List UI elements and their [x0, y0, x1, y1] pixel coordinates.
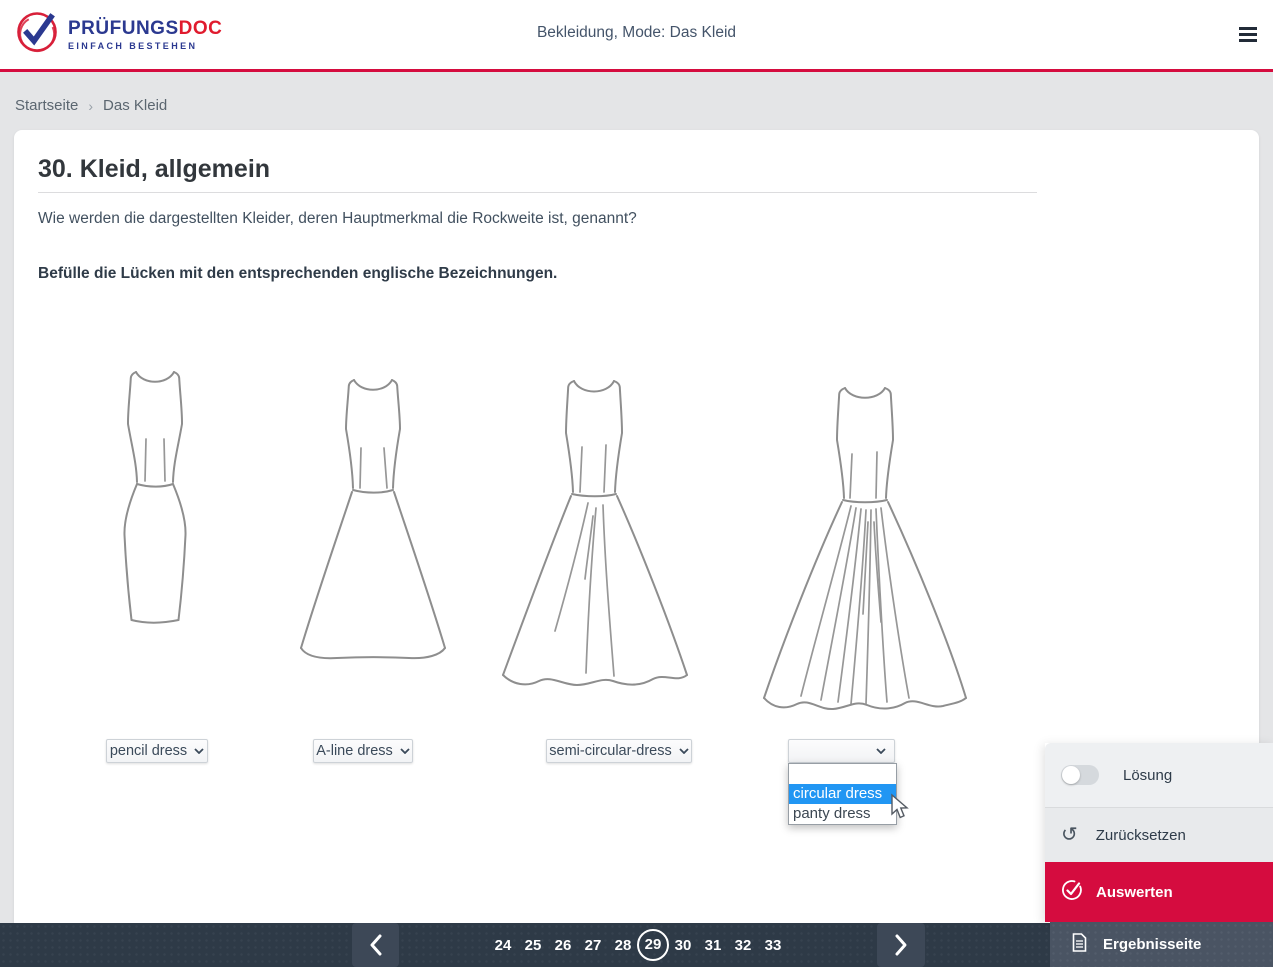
page-title: Bekleidung, Mode: Das Kleid	[0, 24, 1273, 42]
dress3-select[interactable]: semi-circular-dress	[546, 739, 692, 763]
breadcrumb: Startseite › Das Kleid	[15, 97, 167, 114]
dress4-select[interactable]	[788, 739, 895, 763]
page-32[interactable]: 32	[734, 937, 752, 954]
evaluate-button[interactable]: Auswerten	[1045, 862, 1273, 922]
menu-icon[interactable]	[1239, 27, 1257, 42]
chevron-down-icon	[876, 748, 886, 754]
logo-tagline: EINFACH BESTEHEN	[68, 42, 222, 51]
question-instruction: Befülle die Lücken mit den entsprechende…	[38, 265, 557, 283]
option-circular-dress[interactable]: circular dress	[789, 784, 896, 804]
heading-divider	[38, 192, 1037, 193]
chevron-down-icon	[194, 748, 204, 754]
page: PRÜFUNGSDOC EINFACH BESTEHEN Bekleidung,…	[0, 0, 1273, 967]
undo-icon: ↺	[1061, 825, 1078, 845]
page-numbers: 24 25 26 27 28 29 30 31 32 33	[399, 923, 877, 967]
a-line-dress-illustration	[288, 372, 458, 665]
solution-row[interactable]: Lösung	[1045, 743, 1273, 808]
solution-label: Lösung	[1123, 767, 1172, 784]
page-24[interactable]: 24	[494, 937, 512, 954]
page-27[interactable]: 27	[584, 937, 602, 954]
chevron-right-icon	[894, 933, 908, 957]
breadcrumb-current: Das Kleid	[103, 97, 167, 114]
breadcrumb-home[interactable]: Startseite	[15, 97, 78, 114]
page-29-current[interactable]: 29	[637, 929, 669, 961]
question-heading: 30. Kleid, allgemein	[38, 155, 270, 184]
header-accent-line	[0, 69, 1273, 72]
breadcrumb-separator-icon: ›	[88, 98, 93, 114]
page-25[interactable]: 25	[524, 937, 542, 954]
header: PRÜFUNGSDOC EINFACH BESTEHEN Bekleidung,…	[0, 0, 1273, 69]
option-empty[interactable]	[789, 764, 896, 784]
document-icon	[1072, 933, 1087, 956]
chevron-down-icon	[400, 748, 410, 754]
prev-page-button[interactable]	[352, 923, 399, 967]
circular-dress-illustration	[753, 380, 977, 727]
page-33[interactable]: 33	[764, 937, 782, 954]
action-sidebar: Lösung ↺ Zurücksetzen Auswerten	[1045, 743, 1273, 922]
semi-circular-dress-illustration	[493, 373, 697, 707]
page-28[interactable]: 28	[614, 937, 632, 954]
page-31[interactable]: 31	[704, 937, 722, 954]
dress2-select[interactable]: A-line dress	[313, 739, 413, 763]
pencil-dress-illustration	[113, 363, 197, 627]
chevron-down-icon	[679, 748, 689, 754]
dress4-options-list: circular dress panty dress	[788, 763, 897, 825]
page-26[interactable]: 26	[554, 937, 572, 954]
question-text: Wie werden die dargestellten Kleider, de…	[38, 210, 637, 228]
chevron-left-icon	[369, 933, 383, 957]
reset-button[interactable]: ↺ Zurücksetzen	[1045, 808, 1273, 862]
option-panty-dress[interactable]: panty dress	[789, 804, 896, 824]
mouse-cursor-icon	[888, 793, 910, 826]
results-page-button[interactable]: Ergebnisseite	[1050, 922, 1273, 967]
check-circle-icon	[1060, 878, 1084, 906]
page-30[interactable]: 30	[674, 937, 692, 954]
next-page-button[interactable]	[877, 923, 925, 967]
solution-toggle[interactable]	[1061, 765, 1099, 785]
dress1-select[interactable]: pencil dress	[106, 739, 208, 763]
